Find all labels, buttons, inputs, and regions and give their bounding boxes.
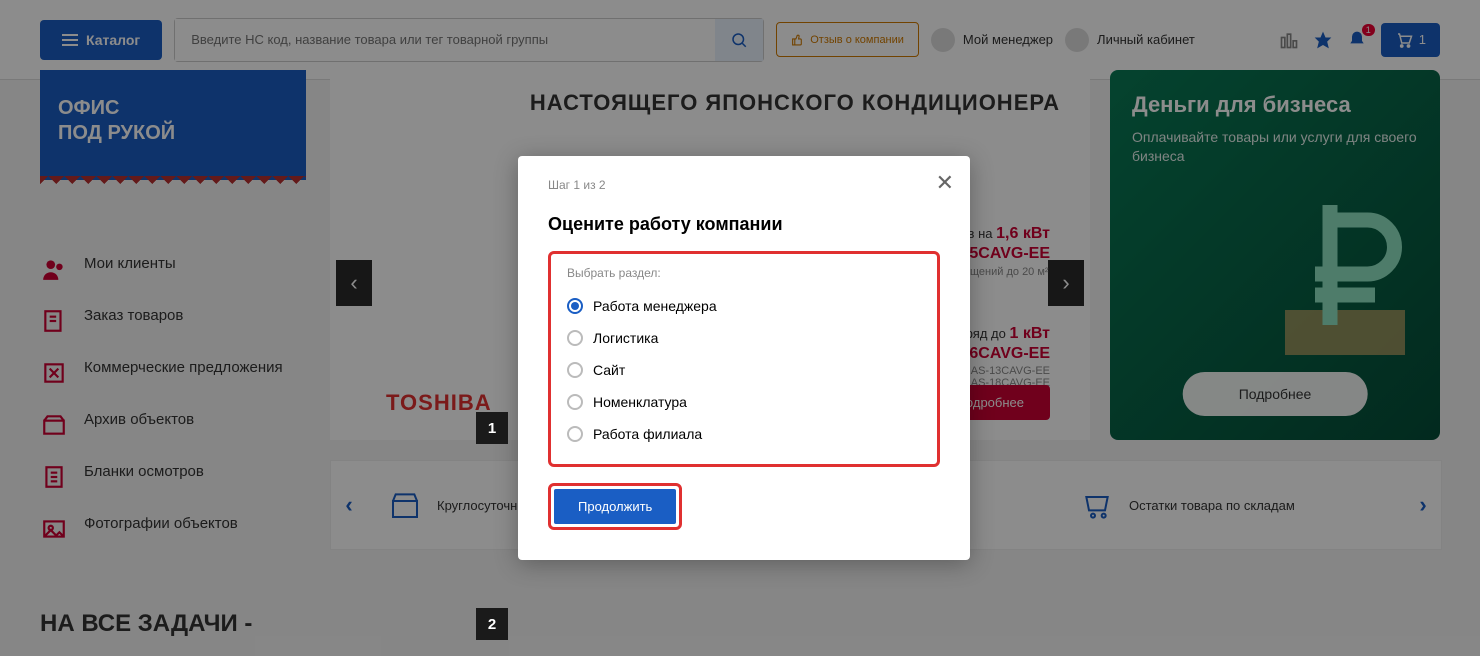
radio-icon <box>567 362 583 378</box>
modal-title: Оцените работу компании <box>548 214 940 235</box>
radio-label: Номенклатура <box>593 394 687 410</box>
radio-branch[interactable]: Работа филиала <box>567 418 921 450</box>
radio-label: Логистика <box>593 330 658 346</box>
radio-logistics[interactable]: Логистика <box>567 322 921 354</box>
radio-icon <box>567 330 583 346</box>
radio-label: Работа менеджера <box>593 298 717 314</box>
modal-step: Шаг 1 из 2 <box>548 178 940 192</box>
radio-icon <box>567 298 583 314</box>
radio-manager[interactable]: Работа менеджера <box>567 290 921 322</box>
close-icon[interactable]: ✕ <box>936 170 954 196</box>
callout-1: 1 <box>476 412 508 444</box>
radio-icon <box>567 426 583 442</box>
radio-label: Работа филиала <box>593 426 702 442</box>
rating-modal: ✕ Шаг 1 из 2 Оцените работу компании 1 В… <box>518 156 970 560</box>
radio-icon <box>567 394 583 410</box>
radio-label: Сайт <box>593 362 625 378</box>
callout-2: 2 <box>476 608 508 640</box>
choose-label: Выбрать раздел: <box>567 266 921 280</box>
radio-site[interactable]: Сайт <box>567 354 921 386</box>
continue-button[interactable]: Продолжить <box>554 489 676 524</box>
radio-section: Выбрать раздел: Работа менеджера Логисти… <box>548 251 940 467</box>
continue-highlight: Продолжить <box>548 483 682 530</box>
radio-nomenclature[interactable]: Номенклатура <box>567 386 921 418</box>
